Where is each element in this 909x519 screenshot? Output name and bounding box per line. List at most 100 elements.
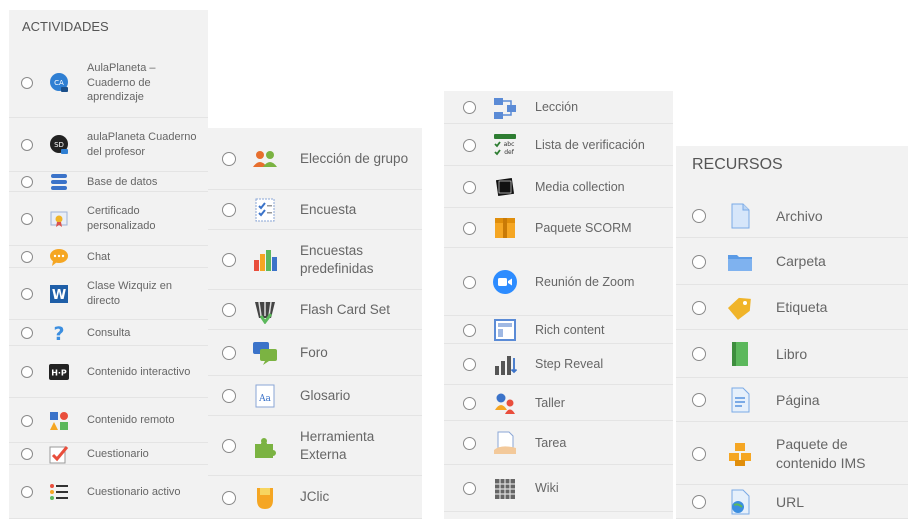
list-item[interactable]: Carpeta — [676, 238, 908, 285]
radio-button[interactable] — [463, 138, 476, 152]
radio-button[interactable] — [21, 213, 33, 225]
radio-button[interactable] — [463, 358, 476, 371]
list-item[interactable]: Contenido remoto — [9, 398, 208, 443]
item-label: Cuestionario — [87, 447, 149, 460]
radio-button[interactable] — [21, 414, 33, 427]
list-item[interactable]: Archivo — [676, 194, 908, 238]
list-item[interactable]: Step Reveal — [444, 344, 673, 385]
radio-button[interactable] — [463, 275, 476, 289]
item-label: Paquete de contenido IMS — [776, 435, 866, 471]
list-item[interactable]: Libro — [676, 330, 908, 378]
item-label: URL — [776, 493, 805, 510]
list-item[interactable]: CA AulaPlaneta – Cuaderno de aprendizaje — [9, 48, 208, 118]
aulaplaneta-ca-icon: CA — [48, 72, 70, 94]
list-item[interactable]: Etiqueta — [676, 285, 908, 330]
list-item[interactable]: SD aulaPlaneta Cuaderno del profesor — [9, 118, 208, 172]
list-item[interactable]: Wiki — [444, 465, 673, 512]
radio-button[interactable] — [463, 323, 476, 337]
radio-button[interactable] — [21, 176, 33, 188]
activities-panel: ACTIVIDADES CA AulaPlaneta – Cuaderno de … — [9, 10, 208, 519]
svg-text:abc: abc — [504, 141, 515, 148]
list-item[interactable]: Cuestionario activo — [9, 465, 208, 519]
radio-button[interactable] — [21, 448, 33, 460]
radio-button[interactable] — [222, 152, 236, 166]
radio-button[interactable] — [222, 346, 236, 360]
svg-text:H·P: H·P — [51, 369, 67, 378]
svg-text:def: def — [504, 149, 515, 156]
item-label: Etiqueta — [776, 299, 828, 316]
page-icon — [726, 386, 754, 414]
item-label: Encuestas predefinidas — [300, 242, 374, 276]
radio-button[interactable] — [463, 221, 476, 235]
radio-button[interactable] — [222, 389, 236, 403]
radio-button[interactable] — [21, 366, 33, 378]
list-item[interactable]: H·P Contenido interactivo — [9, 346, 208, 398]
radio-button[interactable] — [692, 393, 706, 407]
radio-button[interactable] — [692, 446, 706, 461]
radio-button[interactable] — [463, 436, 476, 450]
radio-button[interactable] — [463, 180, 476, 194]
radio-button[interactable] — [463, 396, 476, 410]
list-item[interactable]: Encuestas predefinidas — [208, 230, 422, 290]
list-item[interactable]: Foro — [208, 330, 422, 376]
list-item[interactable]: Encuesta — [208, 190, 422, 230]
radio-button[interactable] — [21, 486, 33, 498]
activities-title: ACTIVIDADES — [22, 19, 109, 34]
file-icon — [726, 202, 754, 230]
item-label: Herramienta Externa — [300, 428, 375, 462]
radio-button[interactable] — [692, 495, 706, 509]
radio-button[interactable] — [222, 439, 236, 453]
list-item[interactable]: Elección de grupo — [208, 128, 422, 190]
radio-button[interactable] — [463, 482, 476, 495]
list-item[interactable]: Página — [676, 378, 908, 422]
list-item[interactable]: Paquete de contenido IMS — [676, 422, 908, 485]
radio-button[interactable] — [463, 101, 476, 114]
list-item[interactable]: Chat — [9, 246, 208, 268]
list-item[interactable]: Rich content — [444, 316, 673, 344]
item-label: Página — [776, 391, 820, 408]
item-label: Certificado personalizado — [87, 205, 156, 232]
certificate-icon — [48, 208, 70, 230]
radio-button[interactable] — [692, 209, 706, 223]
forum-icon — [251, 339, 279, 367]
radio-button[interactable] — [21, 77, 33, 89]
resources-panel: RECURSOS Archivo Carpeta Etiqueta Libro Pági… — [676, 146, 908, 519]
list-item[interactable]: Reunión de Zoom — [444, 248, 673, 316]
radio-button[interactable] — [21, 327, 33, 339]
radio-button[interactable] — [21, 251, 33, 263]
list-item[interactable]: JClic — [208, 476, 422, 519]
glossary-icon: Aa — [251, 382, 279, 410]
radio-button[interactable] — [692, 347, 706, 361]
item-label: Lista de verificación — [535, 137, 645, 152]
radio-button[interactable] — [222, 203, 236, 217]
list-item[interactable]: Base de datos — [9, 172, 208, 192]
radio-button[interactable] — [222, 253, 236, 267]
svg-text:CA: CA — [54, 79, 64, 87]
radio-button[interactable] — [222, 490, 236, 505]
list-item[interactable]: Tarea — [444, 421, 673, 465]
list-item[interactable]: Media collection — [444, 166, 673, 208]
list-item[interactable]: URL — [676, 485, 908, 519]
external-tool-icon — [251, 432, 279, 460]
item-label: Clase Wizquiz en directo — [87, 280, 172, 307]
radio-button[interactable] — [692, 254, 706, 269]
list-item[interactable]: Cuestionario — [9, 443, 208, 465]
scorm-package-icon — [492, 215, 518, 241]
list-item[interactable]: abc def Lista de verificación — [444, 124, 673, 166]
list-item[interactable]: ? Consulta — [9, 320, 208, 346]
radio-button[interactable] — [692, 300, 706, 315]
list-item[interactable]: Flash Card Set — [208, 290, 422, 330]
list-item[interactable]: Aa Glosario — [208, 376, 422, 416]
assignment-icon — [492, 430, 518, 456]
item-label: Step Reveal — [535, 357, 604, 372]
list-item[interactable]: Taller — [444, 385, 673, 421]
radio-button[interactable] — [21, 288, 33, 300]
list-item[interactable]: Certificado personalizado — [9, 192, 208, 246]
list-item[interactable]: Paquete SCORM — [444, 208, 673, 248]
radio-button[interactable] — [21, 139, 33, 151]
radio-button[interactable] — [222, 303, 236, 317]
list-item[interactable]: Herramienta Externa — [208, 416, 422, 476]
list-item[interactable]: W Clase Wizquiz en directo — [9, 268, 208, 320]
list-item[interactable]: Lección — [444, 91, 673, 124]
workshop-icon — [492, 390, 518, 416]
